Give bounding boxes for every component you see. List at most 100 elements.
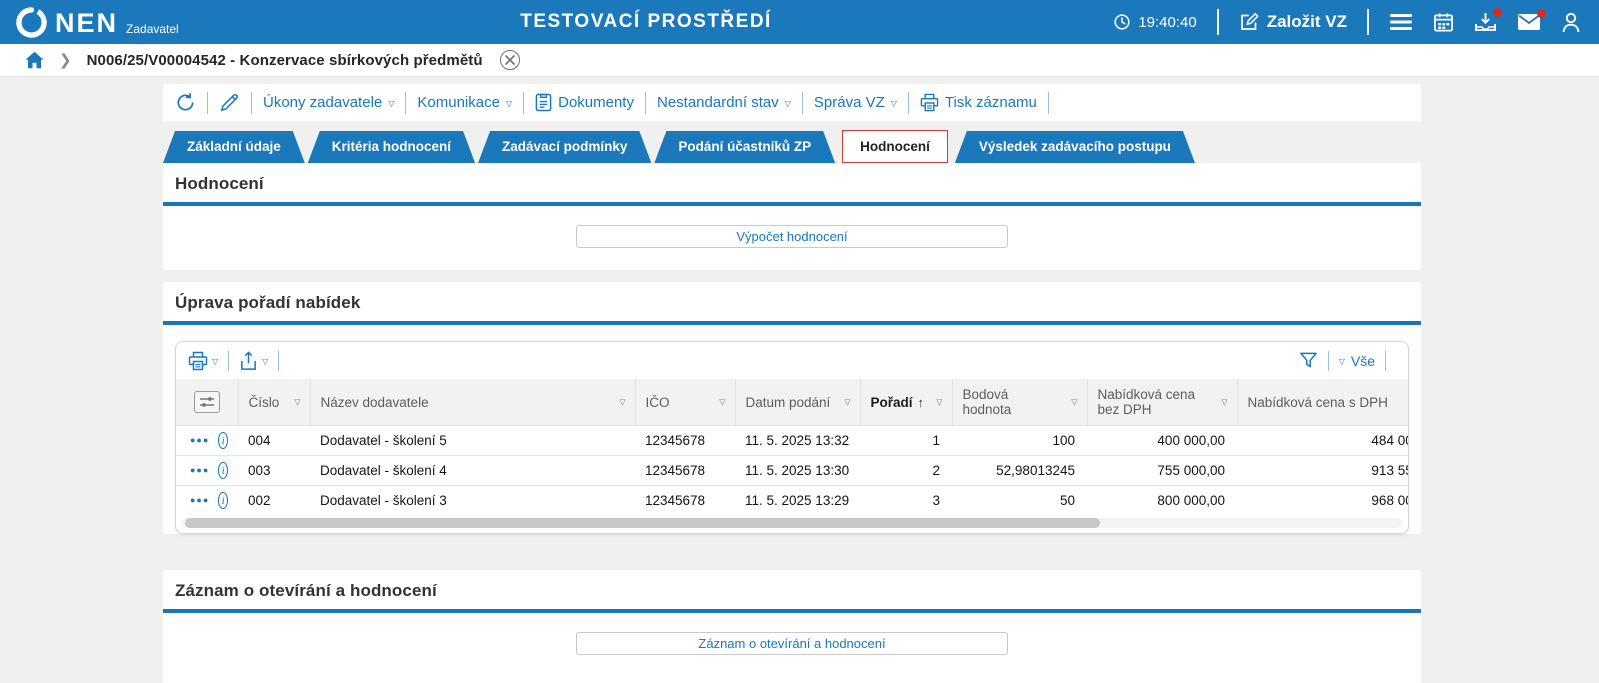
column-filter-icon[interactable]: ▽: [719, 398, 725, 407]
column-header-cena-bez-dph[interactable]: Nabídková cena bez DPH ▽: [1087, 379, 1237, 426]
toolbar-divider: [278, 351, 279, 371]
cell-nazev: Dodavatel - školení 4: [310, 456, 635, 486]
section-zaznam: Záznam o otevírání a hodnocení Záznam o …: [163, 570, 1421, 683]
toolbar-divider: [1328, 351, 1329, 371]
cell-bodova-hodnota: 100: [952, 426, 1087, 456]
column-header-ico[interactable]: IČO ▽: [635, 379, 735, 426]
column-filter-icon[interactable]: ▽: [1221, 398, 1227, 407]
section-body: Záznam o otevírání a hodnocení: [163, 613, 1421, 683]
mail-icon[interactable]: [1517, 13, 1541, 31]
chevron-down-icon: ▽: [506, 98, 512, 108]
topbar-divider: [1217, 9, 1219, 35]
section-title: Úprava pořadí nabídek: [163, 282, 1421, 321]
section-hodnoceni: Hodnocení Výpočet hodnocení: [163, 163, 1421, 270]
tab-zadavaci-podminky[interactable]: Zadávací podmínky: [478, 131, 651, 163]
tab-zakladni-udaje[interactable]: Základní údaje: [163, 131, 305, 163]
column-header-datum-podani[interactable]: Datum podání ▽: [735, 379, 860, 426]
grid-print-button[interactable]: ▽: [188, 351, 218, 371]
vypocet-hodnoceni-button[interactable]: Výpočet hodnocení: [576, 225, 1008, 248]
menu-dokumenty[interactable]: Dokumenty: [535, 93, 634, 112]
brand-role: Zadavatel: [126, 22, 179, 38]
cell-cena-s-dph: 968 000,00: [1237, 486, 1408, 516]
filter-all-selector[interactable]: ▽ Vše: [1339, 353, 1375, 369]
notification-badge: [1537, 9, 1546, 18]
column-label: Pořadí: [871, 395, 913, 410]
cell-cislo: 004: [238, 426, 310, 456]
info-icon[interactable]: i: [218, 462, 228, 479]
column-header-cena-s-dph[interactable]: Nabídková cena s DPH: [1237, 379, 1408, 426]
menu-sprava-vz[interactable]: Správa VZ ▽: [814, 94, 897, 111]
hamburger-menu-icon[interactable]: [1389, 13, 1413, 31]
grid-export-button[interactable]: ▽: [239, 351, 268, 371]
filter-icon[interactable]: [1299, 351, 1318, 370]
cell-cena-bez-dph: 755 000,00: [1087, 456, 1237, 486]
chevron-down-icon: ▽: [388, 98, 394, 108]
column-label: Název dodavatele: [321, 395, 429, 410]
close-tab-icon[interactable]: [500, 50, 520, 70]
column-header-bodova-hodnota[interactable]: Bodová hodnota ▽: [952, 379, 1087, 426]
tab-vysledek-zadavaciho-postupu[interactable]: Výsledek zadávacího postupu: [955, 131, 1195, 163]
brand: NEN Zadavatel: [16, 7, 179, 38]
table-row[interactable]: ●●●i 002 Dodavatel - školení 3 12345678 …: [176, 486, 1408, 516]
menu-label: Komunikace: [417, 94, 500, 111]
cell-nazev: Dodavatel - školení 3: [310, 486, 635, 516]
pencil-icon[interactable]: [219, 92, 240, 113]
horizontal-scrollbar[interactable]: [182, 518, 1402, 528]
row-menu-icon[interactable]: ●●●: [190, 466, 209, 475]
home-icon[interactable]: [25, 51, 44, 69]
row-menu-icon[interactable]: ●●●: [190, 436, 209, 445]
menu-komunikace[interactable]: Komunikace ▽: [417, 94, 512, 111]
refresh-icon[interactable]: [175, 92, 196, 113]
table-row[interactable]: ●●●i 003 Dodavatel - školení 4 12345678 …: [176, 456, 1408, 486]
cell-poradi: 2: [860, 456, 952, 486]
filter-all-label: Vše: [1351, 353, 1375, 369]
grid-toolbar: ▽ ▽: [176, 342, 1408, 379]
chevron-down-icon: ▽: [785, 98, 791, 108]
app-root: NEN Zadavatel TESTOVACÍ PROSTŘEDÍ 19:40:…: [0, 0, 1599, 683]
menu-tisk-zaznamu[interactable]: Tisk záznamu: [920, 93, 1037, 112]
cell-ico: 12345678: [635, 486, 735, 516]
tab-kriteria-hodnoceni[interactable]: Kritéria hodnocení: [308, 131, 475, 163]
topbar-actions: 19:40:40 Založit VZ: [1113, 9, 1581, 35]
cell-datum: 11. 5. 2025 13:32: [735, 426, 860, 456]
user-profile-icon[interactable]: [1561, 12, 1581, 33]
column-filter-icon[interactable]: ▽: [619, 398, 625, 407]
section-divider: [163, 321, 1421, 325]
column-label: Nabídková cena s DPH: [1248, 395, 1388, 410]
menu-nestandardni-stav[interactable]: Nestandardní stav ▽: [657, 94, 791, 111]
document-icon: [535, 93, 552, 112]
calendar-icon[interactable]: [1433, 12, 1454, 33]
column-settings-icon[interactable]: [194, 391, 220, 413]
inbox-download-icon[interactable]: [1474, 12, 1497, 33]
column-label: IČO: [646, 395, 670, 410]
column-filter-icon[interactable]: ▽: [1071, 398, 1077, 407]
column-filter-icon[interactable]: ▽: [936, 398, 942, 407]
tab-hodnoceni[interactable]: Hodnocení: [842, 130, 948, 163]
menu-ukony-zadavatele[interactable]: Úkony zadavatele ▽: [263, 94, 394, 111]
table-row[interactable]: ●●●i 004 Dodavatel - školení 5 12345678 …: [176, 426, 1408, 456]
edit-icon: [1239, 12, 1259, 32]
info-icon[interactable]: i: [218, 432, 228, 449]
column-header-poradi[interactable]: Pořadí↑ ▽: [860, 379, 952, 426]
zaznam-oteviranl-button[interactable]: Záznam o otevírání a hodnocení: [576, 632, 1008, 655]
menu-label: Tisk záznamu: [945, 94, 1037, 111]
column-header-cislo[interactable]: Číslo ▽: [238, 379, 310, 426]
toolbar-divider: [802, 92, 803, 114]
cell-poradi: 3: [860, 486, 952, 516]
row-menu-icon[interactable]: ●●●: [190, 496, 209, 505]
tab-podani-ucastniku-zp[interactable]: Podání účastníků ZP: [654, 131, 835, 163]
column-label: Nabídková cena bez DPH: [1098, 387, 1196, 417]
column-filter-icon[interactable]: ▽: [294, 398, 300, 407]
section-title: Záznam o otevírání a hodnocení: [163, 570, 1421, 609]
breadcrumb-current: N006/25/V00004542 - Konzervace sbírkovýc…: [87, 52, 483, 69]
cell-cislo: 002: [238, 486, 310, 516]
menu-label: Dokumenty: [558, 94, 634, 111]
column-header-nazev-dodavatele[interactable]: Název dodavatele ▽: [310, 379, 635, 426]
info-icon[interactable]: i: [218, 492, 228, 509]
scrollbar-thumb[interactable]: [185, 518, 1100, 528]
table-viewport: Číslo ▽ Název dodavatele ▽ IČO ▽: [176, 379, 1408, 515]
cell-datum: 11. 5. 2025 13:29: [735, 486, 860, 516]
column-filter-icon[interactable]: ▽: [844, 398, 850, 407]
create-vz-button[interactable]: Založit VZ: [1239, 12, 1347, 32]
clock-icon: [1113, 13, 1131, 31]
